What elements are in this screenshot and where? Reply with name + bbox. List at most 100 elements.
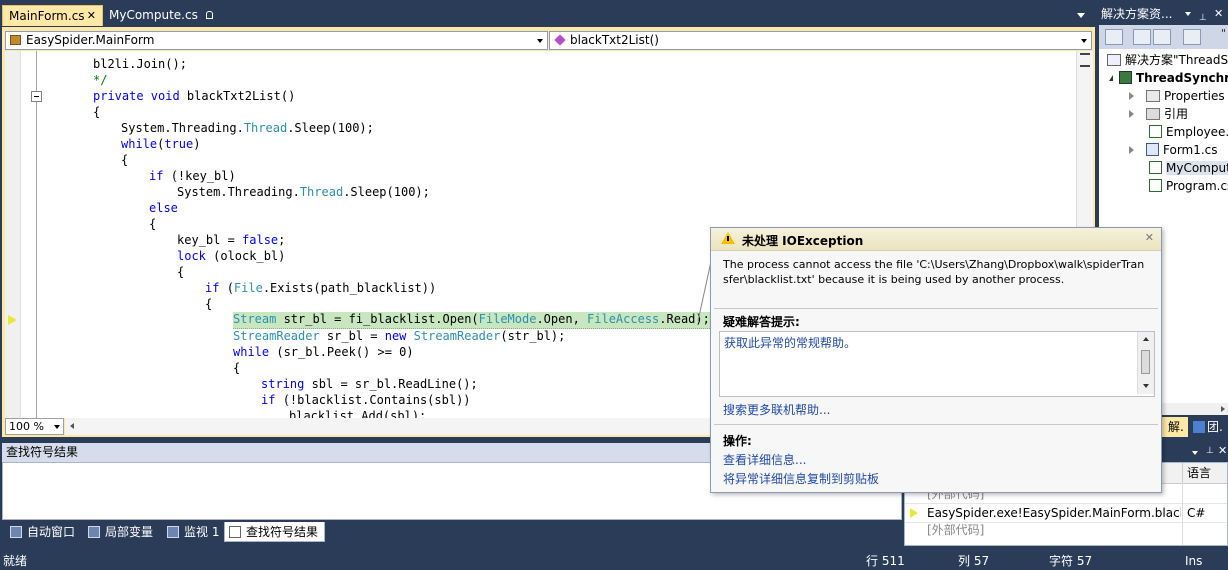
tree-item-mycompute[interactable]: MyCompute	[1149, 159, 1228, 177]
lock-icon	[205, 11, 213, 19]
properties-button[interactable]	[1105, 29, 1123, 45]
method-icon	[554, 34, 566, 46]
collapse-icon[interactable]	[31, 91, 42, 102]
code-token: new	[384, 329, 414, 343]
scroll-thumb[interactable]	[1141, 350, 1150, 374]
tab-overflow-icon[interactable]	[1077, 13, 1085, 18]
tree-item-employee[interactable]: Employee.cs	[1149, 123, 1228, 141]
close-icon[interactable]: ✕	[1145, 231, 1154, 244]
tab-mainform[interactable]: MainForm.cs ✕	[2, 5, 103, 26]
code-line: if (!key_bl)	[149, 168, 236, 184]
expanded-arrow-icon[interactable]	[1109, 75, 1113, 81]
search-online-help-link[interactable]: 搜索更多联机帮助...	[723, 401, 830, 418]
code-token: Thread	[299, 185, 344, 199]
scroll-down-icon[interactable]	[1143, 384, 1149, 388]
scroll-left-icon[interactable]	[70, 423, 74, 429]
form-file-icon	[1146, 143, 1159, 156]
collapsed-arrow-icon[interactable]	[1129, 146, 1134, 154]
code-token: (	[226, 281, 234, 295]
collapsed-arrow-icon[interactable]	[1129, 110, 1134, 118]
lang-column-header[interactable]: 语言	[1182, 463, 1227, 483]
tab-solution-explorer[interactable]: 解.	[1160, 417, 1188, 437]
tree-item-properties[interactable]: Properties	[1129, 87, 1225, 105]
refresh-button[interactable]	[1153, 29, 1171, 45]
tab-mycompute[interactable]: MyCompute.cs	[103, 5, 213, 26]
code-token: {	[121, 153, 129, 167]
tab-label: 查找符号结果	[246, 525, 319, 539]
watch-window-icon	[167, 526, 179, 538]
table-row[interactable]: [外部代码]	[905, 521, 1227, 539]
close-icon[interactable]: ✕	[87, 9, 96, 22]
csharp-project-icon	[1119, 71, 1132, 84]
status-line: 行 511	[866, 554, 905, 568]
code-token: )	[193, 137, 201, 151]
tip-general-help-link[interactable]: 获取此异常的常规帮助。	[724, 334, 856, 351]
view-class-diagram-button[interactable]	[1183, 29, 1201, 45]
tree-item-references[interactable]: 引用	[1129, 105, 1188, 123]
tips-header: 疑难解答提示:	[723, 315, 800, 329]
tree-item-program[interactable]: Program.cs	[1149, 177, 1228, 195]
tab-label: 局部变量	[105, 525, 154, 539]
exception-assistant: 未处理 IOException ✕ The process cannot acc…	[710, 227, 1162, 493]
locals-window-icon	[88, 526, 100, 538]
tab-label: 团.	[1207, 420, 1223, 434]
toolbar-overflow-icon[interactable]: "	[1221, 27, 1226, 40]
current-statement-arrow-icon	[8, 315, 17, 325]
team-icon	[1193, 421, 1205, 433]
code-token: blackTxt2List()	[186, 89, 296, 103]
close-icon[interactable]: ✕	[1214, 4, 1223, 24]
code-token: ;	[278, 233, 286, 247]
chevron-down-icon[interactable]	[1192, 451, 1198, 455]
tree-item-solution[interactable]: 解决方案"ThreadSy	[1107, 51, 1228, 69]
code-token: (str_bl);	[500, 329, 566, 343]
code-line: if (!blacklist.Contains(sbl))	[261, 392, 471, 408]
references-icon	[1146, 108, 1160, 120]
tips-list[interactable]: 获取此异常的常规帮助。	[719, 331, 1155, 397]
code-line: {	[93, 104, 100, 120]
split-handle-icon[interactable]	[1080, 53, 1090, 67]
pin-icon[interactable]: ⊥	[1206, 446, 1214, 456]
exception-title-bar: 未处理 IOException ✕	[711, 228, 1161, 251]
code-token: sbl = sr_bl.ReadLine();	[311, 377, 478, 391]
code-token: Stream	[233, 312, 277, 326]
view-details-link[interactable]: 查看详细信息...	[723, 451, 806, 468]
member-combo[interactable]: blackTxt2List()	[549, 31, 1092, 50]
tree-item-form1[interactable]: Form1.cs	[1129, 141, 1218, 159]
code-token: false	[242, 233, 279, 247]
tree-item-label: ThreadSynchro	[1136, 71, 1228, 85]
exception-message: The process cannot access the file 'C:\U…	[723, 258, 1145, 286]
tree-item-project[interactable]: ThreadSynchro	[1109, 69, 1228, 87]
collapsed-arrow-icon[interactable]	[1129, 92, 1134, 100]
solution-explorer-header: 解决方案资... ⊥ ✕	[1099, 4, 1228, 24]
divider	[714, 308, 1158, 309]
zoom-combo[interactable]: 100 %	[5, 418, 64, 435]
scroll-right-icon[interactable]	[1221, 406, 1225, 412]
code-token: bl2li.Join();	[93, 57, 187, 71]
code-token: {	[93, 105, 101, 119]
close-icon[interactable]: ✕	[1218, 444, 1227, 457]
code-token: while	[233, 345, 277, 359]
actions-header: 操作:	[723, 434, 752, 448]
tab-locals[interactable]: 局部变量	[88, 522, 153, 542]
code-line: string sbl = sr_bl.ReadLine();	[261, 376, 478, 392]
code-line: {	[205, 296, 212, 312]
code-line: {	[121, 152, 128, 168]
type-combo[interactable]: EasySpider.MainForm	[5, 31, 548, 50]
scroll-up-icon[interactable]	[1143, 337, 1149, 341]
tab-label: 自动窗口	[27, 525, 76, 539]
code-token: (olock_bl)	[213, 249, 286, 263]
tab-autos[interactable]: 自动窗口	[10, 522, 75, 542]
tips-scrollbar[interactable]	[1137, 332, 1154, 394]
type-combo-value: EasySpider.MainForm	[26, 33, 155, 47]
chevron-down-icon[interactable]	[1185, 12, 1191, 16]
tree-item-label: Program.cs	[1166, 179, 1228, 193]
tab-team-explorer[interactable]: 团.	[1190, 417, 1228, 437]
code-token: {	[233, 361, 241, 375]
panel-title: 解决方案资...	[1101, 7, 1173, 21]
tab-find-symbol-results[interactable]: 查找符号结果	[224, 522, 326, 542]
copy-exception-details-link[interactable]: 将异常详细信息复制到剪贴板	[723, 470, 879, 487]
show-all-files-button[interactable]	[1133, 29, 1151, 45]
code-line: StreamReader sr_bl = new StreamReader(st…	[233, 328, 565, 344]
table-row[interactable]: EasySpider.exe!EasySpider.MainForm.black…	[905, 503, 1227, 523]
tab-watch1[interactable]: 监视 1	[167, 522, 219, 542]
